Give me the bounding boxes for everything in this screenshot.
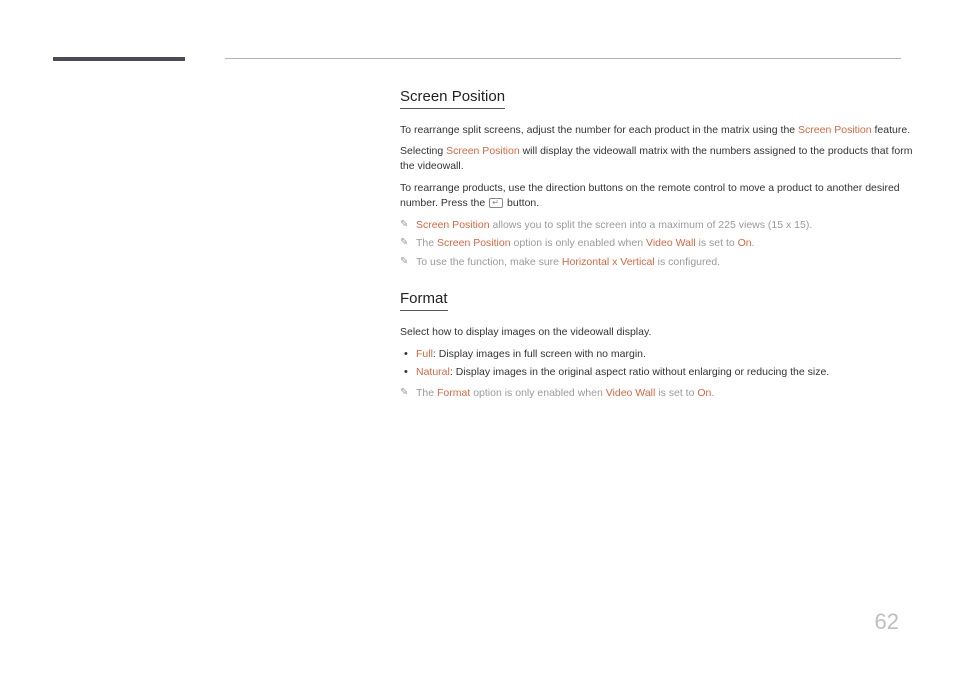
highlight: On: [738, 237, 752, 249]
header-rule: [225, 58, 901, 59]
para-sp-2: Selecting Screen Position will display t…: [400, 144, 920, 174]
header-accent-bar: [53, 57, 185, 61]
text: is set to: [696, 237, 738, 249]
para-sp-3: To rearrange products, use the direction…: [400, 181, 920, 211]
list-item: Natural: Display images in the original …: [400, 364, 920, 380]
text: option is only enabled when: [511, 237, 646, 249]
text: The: [416, 387, 437, 399]
para-sp-1: To rearrange split screens, adjust the n…: [400, 123, 920, 138]
text: .: [711, 387, 714, 399]
text: .: [752, 237, 755, 249]
note-item: To use the function, make sure Horizonta…: [400, 254, 920, 270]
highlight: Screen Position: [416, 219, 490, 231]
para-format-1: Select how to display images on the vide…: [400, 325, 920, 340]
text: feature.: [872, 124, 911, 136]
text: The: [416, 237, 437, 249]
heading-screen-position: Screen Position: [400, 88, 505, 109]
highlight: Horizontal x Vertical: [562, 256, 655, 268]
text: To use the function, make sure: [416, 256, 562, 268]
highlight: Format: [437, 387, 470, 399]
highlight: Natural: [416, 366, 450, 378]
format-options: Full: Display images in full screen with…: [400, 346, 920, 381]
text: is set to: [655, 387, 697, 399]
highlight: Screen Position: [446, 145, 520, 157]
highlight: Full: [416, 348, 433, 360]
notes-format: The Format option is only enabled when V…: [400, 385, 920, 401]
text: allows you to split the screen into a ma…: [490, 219, 813, 231]
page-number: 62: [875, 609, 899, 635]
text: To rearrange split screens, adjust the n…: [400, 124, 798, 136]
highlight: On: [697, 387, 711, 399]
text: button.: [504, 197, 539, 209]
highlight: Video Wall: [646, 237, 696, 249]
list-item: Full: Display images in full screen with…: [400, 346, 920, 362]
notes-screen-position: Screen Position allows you to split the …: [400, 217, 920, 270]
highlight: Screen Position: [798, 124, 872, 136]
text: : Display images in the original aspect …: [450, 366, 829, 378]
note-item: The Format option is only enabled when V…: [400, 385, 920, 401]
highlight: Screen Position: [437, 237, 511, 249]
text: is configured.: [655, 256, 720, 268]
highlight: Video Wall: [606, 387, 656, 399]
main-content: Screen Position To rearrange split scree…: [400, 88, 920, 403]
note-item: The Screen Position option is only enabl…: [400, 235, 920, 251]
text: To rearrange products, use the direction…: [400, 182, 900, 209]
section-format: Format Select how to display images on t…: [400, 290, 920, 401]
text: Selecting: [400, 145, 446, 157]
text: : Display images in full screen with no …: [433, 348, 646, 360]
note-item: Screen Position allows you to split the …: [400, 217, 920, 233]
enter-button-icon: [489, 198, 503, 208]
text: option is only enabled when: [470, 387, 605, 399]
heading-format: Format: [400, 290, 448, 311]
